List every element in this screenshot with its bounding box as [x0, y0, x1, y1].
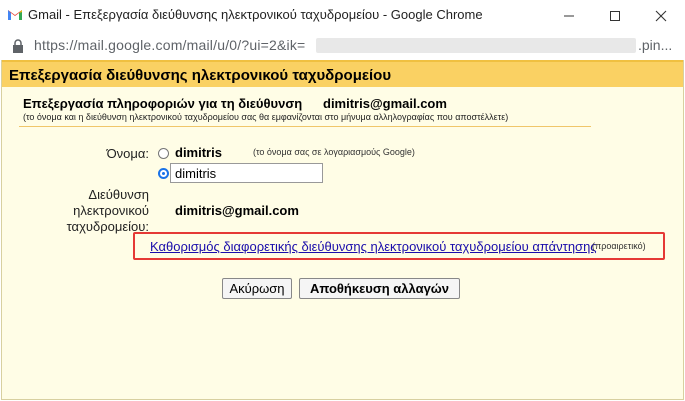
cancel-button[interactable]: Ακύρωση — [222, 278, 292, 299]
address-label-line2: ηλεκτρονικού — [73, 203, 149, 218]
section-divider — [19, 126, 591, 127]
account-name-radio[interactable] — [158, 148, 169, 159]
reply-to-link[interactable]: Καθορισμός διαφορετικής διεύθυνσης ηλεκτ… — [150, 239, 597, 254]
edit-address-dialog: Επεξεργασία διεύθυνσης ηλεκτρονικού ταχυ… — [1, 60, 684, 400]
custom-name-input[interactable] — [170, 163, 323, 183]
window-titlebar: Gmail - Επεξεργασία διεύθυνσης ηλεκτρονι… — [0, 0, 685, 31]
minimize-button[interactable] — [546, 2, 592, 29]
close-button[interactable] — [638, 2, 684, 29]
save-changes-button[interactable]: Αποθήκευση αλλαγών — [299, 278, 460, 299]
account-name: dimitris — [175, 145, 222, 160]
address-bar[interactable]: https://mail.google.com/mail/u/0/?ui=2&i… — [0, 31, 685, 60]
close-icon — [655, 10, 667, 21]
minimize-icon — [564, 15, 574, 16]
window-title: Gmail - Επεξεργασία διεύθυνσης ηλεκτρονι… — [28, 7, 483, 22]
url-tail: .pin... — [638, 37, 673, 53]
name-label: Όνομα: — [106, 146, 149, 161]
dialog-header: Επεξεργασία διεύθυνσης ηλεκτρονικού ταχυ… — [2, 60, 683, 87]
section-subtitle: (το όνομα και η διεύθυνση ηλεκτρονικού τ… — [23, 112, 509, 122]
section-email: dimitris@gmail.com — [323, 96, 447, 111]
address-value: dimitris@gmail.com — [175, 203, 299, 218]
custom-name-radio[interactable] — [158, 168, 169, 179]
url-redacted — [316, 38, 636, 53]
lock-icon — [13, 39, 23, 53]
section-heading: Επεξεργασία πληροφοριών για τη διεύθυνση — [23, 96, 303, 111]
reply-to-optional: (προαιρετικό) — [592, 241, 646, 251]
maximize-icon — [610, 10, 620, 21]
maximize-button[interactable] — [592, 2, 638, 29]
address-label-line1: Διεύθυνση — [88, 187, 149, 202]
account-name-hint: (το όνομα σας σε λογαριασμούς Google) — [253, 147, 415, 157]
dialog-title: Επεξεργασία διεύθυνσης ηλεκτρονικού ταχυ… — [9, 67, 392, 84]
url-text: https://mail.google.com/mail/u/0/?ui=2&i… — [34, 37, 306, 53]
gmail-logo-icon — [8, 10, 22, 20]
